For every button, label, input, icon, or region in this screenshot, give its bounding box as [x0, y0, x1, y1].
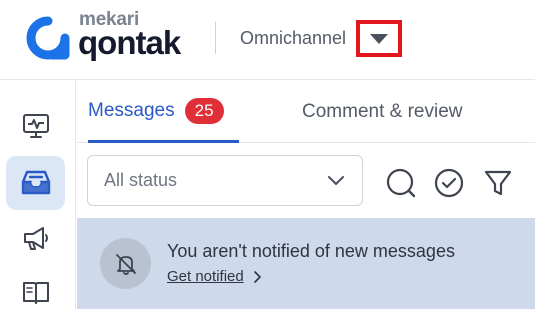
qontak-logo-icon — [26, 16, 70, 60]
status-filter-select[interactable]: All status — [87, 155, 363, 206]
inbox-panel: Messages 25 Comment & review All status — [77, 81, 535, 309]
sidebar-item-knowledge-base[interactable] — [6, 265, 65, 309]
unread-count-badge: 25 — [184, 97, 224, 124]
get-notified-link[interactable]: Get notified — [167, 268, 261, 285]
status-filter-value: All status — [104, 170, 178, 190]
sidebar — [0, 81, 76, 309]
product-name: Omnichannel — [240, 28, 347, 48]
filter-bar: All status — [77, 143, 535, 217]
top-header: mekari qontak Omnichannel — [0, 0, 535, 80]
megaphone-icon — [23, 227, 48, 250]
mark-resolved-button[interactable] — [433, 167, 465, 199]
sidebar-item-broadcast[interactable] — [6, 211, 65, 265]
tab-comment-review[interactable]: Comment & review — [302, 81, 463, 143]
get-notified-label: Get notified — [167, 268, 244, 285]
chevron-down-icon — [328, 175, 344, 185]
notification-off-badge — [100, 238, 151, 289]
header-divider — [215, 22, 216, 54]
tab-comment-review-label: Comment & review — [302, 101, 463, 122]
monitor-pulse-icon — [22, 114, 49, 138]
inbox-tabs: Messages 25 Comment & review — [77, 81, 535, 143]
sidebar-item-dashboard[interactable] — [6, 99, 65, 153]
notification-banner: You aren't notified of new messages Get … — [77, 218, 535, 309]
brand-qontak: qontak — [78, 24, 181, 61]
caret-down-icon — [370, 33, 388, 44]
filter-button[interactable] — [482, 167, 514, 199]
book-icon — [22, 282, 49, 304]
tab-messages[interactable]: Messages 25 — [88, 81, 239, 143]
filter-icon — [484, 170, 512, 196]
search-icon — [386, 168, 416, 198]
inbox-icon — [21, 170, 50, 195]
bell-off-icon — [115, 253, 136, 275]
check-circle-icon — [434, 168, 464, 198]
chevron-right-icon — [253, 270, 261, 283]
search-button[interactable] — [385, 167, 417, 199]
tab-messages-label: Messages — [88, 99, 175, 121]
notification-banner-title: You aren't notified of new messages — [167, 241, 455, 261]
sidebar-item-inbox[interactable] — [6, 156, 65, 210]
product-switcher-button[interactable] — [356, 20, 402, 57]
